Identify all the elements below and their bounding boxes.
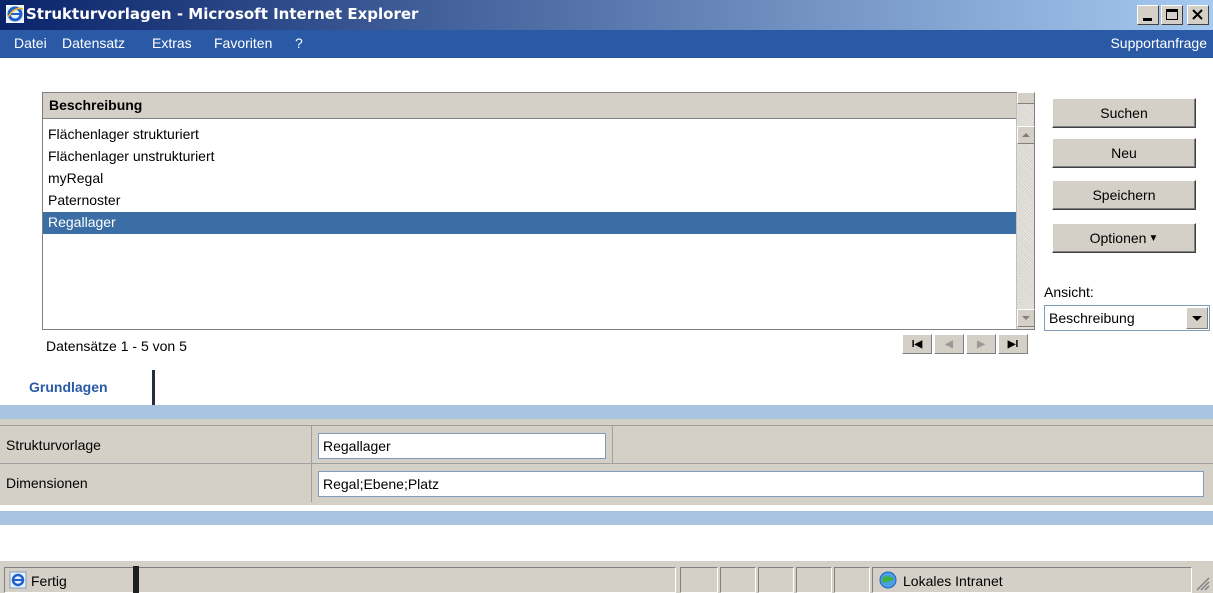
menu-extras[interactable]: Extras [152, 35, 192, 51]
status-panel [834, 567, 870, 593]
first-page-button[interactable]: I◀ [902, 334, 932, 354]
list-item-label: myRegal [48, 170, 104, 186]
tab-grundlagen-label: Grundlagen [29, 379, 108, 395]
template-label: Strukturvorlage [0, 426, 312, 464]
status-panel [796, 567, 832, 593]
arrow-down-icon [1022, 316, 1030, 320]
prev-page-icon: ◀ [945, 338, 953, 350]
last-page-button[interactable]: ▶I [998, 334, 1028, 354]
close-icon [1192, 9, 1203, 20]
list-item[interactable]: Flächenlager unstrukturiert [43, 146, 1017, 168]
minimize-icon [1143, 18, 1152, 21]
list-item-selected[interactable]: Regallager [43, 212, 1017, 234]
resize-grip-icon[interactable] [1194, 575, 1210, 591]
vertical-scrollbar[interactable] [1016, 92, 1035, 329]
list-item[interactable]: Flächenlager strukturiert [43, 124, 1017, 146]
first-page-icon: I◀ [911, 338, 923, 350]
view-dropdown-button[interactable] [1186, 307, 1208, 329]
progress-marker [133, 566, 139, 593]
arrow-up-icon [1022, 133, 1030, 137]
list-item-label: Flächenlager unstrukturiert [48, 148, 215, 164]
options-button-label: Optionen [1089, 230, 1147, 246]
template-input[interactable]: Regallager [318, 433, 606, 459]
form-row-dimensions: Dimensionen Regal;Ebene;Platz [0, 463, 1213, 502]
prev-page-button[interactable]: ◀ [934, 334, 964, 354]
next-page-icon: ▶ [977, 338, 985, 350]
chevron-down-icon [1192, 316, 1202, 321]
menu-help[interactable]: ? [295, 35, 303, 51]
record-count: Datensätze 1 - 5 von 5 [46, 338, 187, 354]
status-panel [680, 567, 718, 593]
dimensions-input[interactable]: Regal;Ebene;Platz [318, 471, 1204, 497]
view-label: Ansicht: [1044, 284, 1094, 300]
zone-panel: Lokales Intranet [872, 567, 1192, 593]
section-divider [0, 405, 1213, 419]
last-page-icon: ▶I [1007, 338, 1019, 350]
record-list: Beschreibung Flächenlager strukturiert F… [42, 92, 1035, 330]
view-select[interactable]: Beschreibung [1044, 305, 1210, 331]
window-title: Strukturvorlagen - Microsoft Internet Ex… [26, 5, 419, 23]
search-button[interactable]: Suchen [1052, 98, 1196, 128]
dimensions-label: Dimensionen [0, 464, 312, 502]
status-panel [720, 567, 756, 593]
status-panel-main: Fertig [4, 566, 676, 593]
ie-page-icon [9, 571, 27, 589]
tab-grundlagen[interactable]: Grundlagen [15, 370, 155, 406]
caret-down-icon: ▼ [1148, 232, 1159, 244]
save-button-label: Speichern [1092, 187, 1156, 203]
form-empty-cell [612, 426, 1213, 464]
minimize-button[interactable] [1137, 5, 1159, 25]
zone-text: Lokales Intranet [903, 573, 1003, 589]
support-link[interactable]: Supportanfrage [1110, 35, 1207, 51]
form-row-template: Strukturvorlage Regallager [0, 425, 1213, 464]
list-item-label: Regallager [48, 214, 116, 230]
detail-form: Strukturvorlage Regallager Dimensionen R… [0, 419, 1213, 505]
scroll-up-button[interactable] [1017, 126, 1035, 144]
list-item[interactable]: myRegal [43, 168, 1017, 190]
column-header[interactable]: Beschreibung [43, 93, 1017, 119]
menu-datensatz[interactable]: Datensatz [62, 35, 125, 51]
next-page-button[interactable]: ▶ [966, 334, 996, 354]
title-bar: Strukturvorlagen - Microsoft Internet Ex… [0, 0, 1213, 30]
maximize-icon [1166, 9, 1178, 20]
options-button[interactable]: Optionen ▼ [1052, 223, 1196, 253]
scrollbar-header-cell [1017, 92, 1035, 104]
pager: I◀ ◀ ▶ ▶I [902, 334, 1028, 354]
maximize-button[interactable] [1161, 5, 1183, 25]
list-item-label: Flächenlager strukturiert [48, 126, 199, 142]
intranet-globe-icon [879, 571, 897, 589]
new-button[interactable]: Neu [1052, 138, 1196, 168]
save-button[interactable]: Speichern [1052, 180, 1196, 210]
new-button-label: Neu [1111, 145, 1137, 161]
scroll-down-button[interactable] [1017, 309, 1035, 327]
status-bar: Fertig Lokales Intranet [0, 560, 1213, 593]
view-select-value: Beschreibung [1049, 310, 1135, 326]
close-button[interactable] [1187, 5, 1209, 25]
menu-bar: Datei Datensatz Extras Favoriten ? Suppo… [0, 30, 1213, 58]
list-item-label: Paternoster [48, 192, 121, 208]
search-button-label: Suchen [1100, 105, 1148, 121]
menu-favoriten[interactable]: Favoriten [214, 35, 272, 51]
status-text: Fertig [31, 573, 67, 589]
menu-datei[interactable]: Datei [14, 35, 47, 51]
status-panel [758, 567, 794, 593]
column-header-label: Beschreibung [49, 97, 143, 113]
list-item[interactable]: Paternoster [43, 190, 1017, 212]
ie-icon [6, 5, 24, 23]
section-divider [0, 511, 1213, 525]
